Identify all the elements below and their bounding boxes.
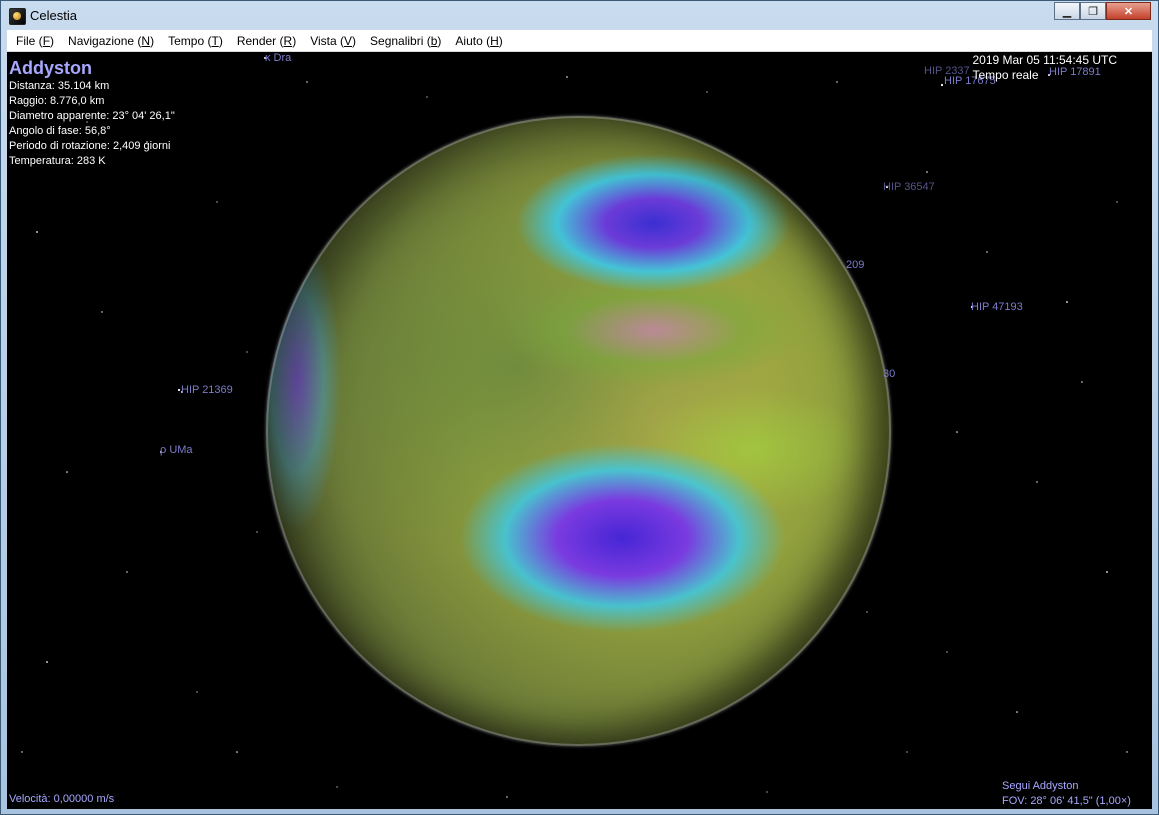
close-button[interactable]: ✕: [1106, 2, 1151, 20]
title-bar[interactable]: Celestia ▁ ❐ ✕: [1, 1, 1158, 30]
window-title: Celestia: [30, 8, 77, 23]
star-label[interactable]: ρ UMa: [160, 444, 193, 456]
window-controls: ▁ ❐ ✕: [1054, 2, 1151, 21]
menu-render[interactable]: Render (R): [230, 34, 303, 48]
star-label[interactable]: HIP 21369: [181, 384, 233, 396]
follow-text: Segui Addyston: [1002, 780, 1079, 792]
view-status: Segui Addyston FOV: 28° 06' 41,5" (1,00×…: [1002, 779, 1131, 809]
3d-viewport[interactable]: κ Dra HIP 2337 HIP 17675 HIP 17891 HIP 3…: [7, 52, 1152, 809]
star-label[interactable]: 30: [883, 368, 895, 380]
restore-icon: ❐: [1088, 5, 1098, 18]
object-name: Addyston: [9, 58, 92, 78]
planet-addyston[interactable]: [266, 116, 891, 746]
radius-text: Raggio: 8.776,0 km: [9, 95, 105, 107]
maximize-button[interactable]: ❐: [1080, 2, 1106, 20]
celestia-app-icon[interactable]: [9, 8, 26, 25]
menu-tempo[interactable]: Tempo (T): [161, 34, 230, 48]
close-icon: ✕: [1123, 5, 1134, 18]
app-window: Celestia ▁ ❐ ✕ File (F) Navigazione (N) …: [0, 0, 1159, 815]
star-label[interactable]: HIP 36547: [883, 181, 935, 193]
fov-text: FOV: 28° 06' 41,5" (1,00×): [1002, 795, 1131, 807]
apparent-diameter-text: Diametro apparente: 23° 04' 26,1": [9, 110, 175, 122]
selection-info: Addyston Distanza: 35.104 km Raggio: 8.7…: [9, 57, 175, 169]
datetime-text: 2019 Mar 05 11:54:45 UTC: [972, 53, 1117, 67]
menu-vista[interactable]: Vista (V): [303, 34, 363, 48]
star-label[interactable]: HIP 47193: [971, 301, 1023, 313]
rotation-period-text: Periodo di rotazione: 2,409 giorni: [9, 140, 171, 152]
distance-text: Distanza: 35.104 km: [9, 80, 110, 92]
star-label[interactable]: κ Dra: [265, 52, 291, 64]
menu-file[interactable]: File (F): [7, 34, 61, 48]
menu-bar: File (F) Navigazione (N) Tempo (T) Rende…: [7, 30, 1152, 52]
menu-segnalibri[interactable]: Segnalibri (b): [363, 34, 448, 48]
velocity-text: Velocità: 0,00000 m/s: [9, 793, 115, 805]
minimize-button[interactable]: ▁: [1054, 2, 1080, 20]
temperature-text: Temperatura: 283 K: [9, 155, 106, 167]
time-mode-text: Tempo reale: [972, 68, 1039, 82]
phase-angle-text: Angolo di fase: 56,8°: [9, 125, 111, 137]
minimize-icon: ▁: [1062, 5, 1072, 18]
time-display: 2019 Mar 05 11:54:45 UTC Tempo reale: [972, 53, 1117, 83]
menu-aiuto[interactable]: Aiuto (H): [448, 34, 509, 48]
star-label[interactable]: 209: [846, 259, 864, 271]
menu-navigazione[interactable]: Navigazione (N): [61, 34, 161, 48]
